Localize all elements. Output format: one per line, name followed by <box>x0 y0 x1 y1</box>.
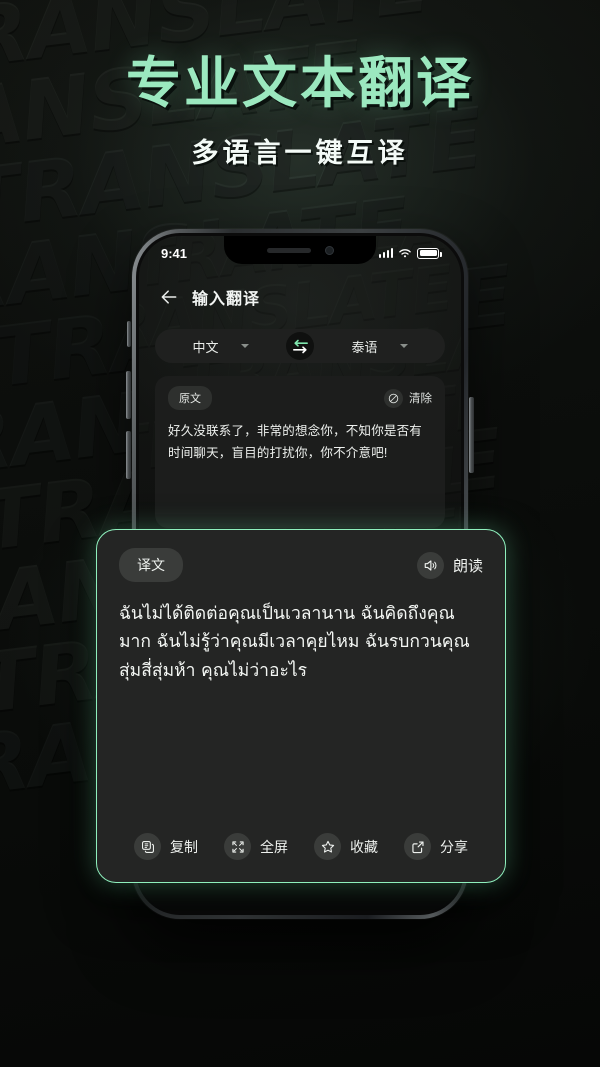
source-text-panel: 原文 清除 好久没联系了，非常的想念你，不知你是否有时间聊天，盲目的打扰你，你不… <box>155 376 445 528</box>
speaker-glyph-icon <box>424 559 437 571</box>
translation-card-header: 译文 朗读 <box>97 530 505 582</box>
back-arrow-icon[interactable] <box>159 287 179 307</box>
share-button[interactable]: 分享 <box>404 833 468 860</box>
battery-icon <box>417 247 442 259</box>
share-glyph-icon <box>411 840 424 853</box>
share-icon <box>404 833 431 860</box>
speaker-icon <box>416 551 444 579</box>
app-header: 输入翻译 <box>139 280 461 314</box>
translation-result-card: 译文 朗读 ฉันไม่ได้ติดต่อคุณเป็นเวลานาน ฉันค… <box>96 529 506 883</box>
status-time: 9:41 <box>161 245 188 261</box>
translation-action-bar: 复制 全屏 收藏 分享 <box>97 819 505 882</box>
copy-glyph-icon <box>141 840 154 853</box>
fullscreen-icon <box>224 833 251 860</box>
read-aloud-button[interactable]: 朗读 <box>416 551 483 579</box>
eraser-icon <box>384 388 403 408</box>
copy-icon <box>134 833 161 860</box>
silence-switch-button[interactable] <box>127 321 131 347</box>
share-label: 分享 <box>440 838 468 855</box>
fullscreen-glyph-icon <box>231 840 244 853</box>
fullscreen-label: 全屏 <box>260 838 288 855</box>
swap-arrows-icon <box>292 339 308 353</box>
page-header-title: 输入翻译 <box>192 291 261 308</box>
wifi-icon <box>399 248 411 257</box>
clear-button[interactable]: 清除 <box>384 388 432 408</box>
source-text-content[interactable]: 好久没联系了，非常的想念你，不知你是否有时间聊天，盲目的打扰你，你不介意吧! <box>168 421 432 465</box>
page-title: 专业文本翻译 <box>125 51 474 115</box>
fullscreen-button[interactable]: 全屏 <box>224 833 288 860</box>
chevron-down-icon <box>399 344 408 348</box>
source-language-label: 中文 <box>192 339 219 355</box>
clear-label: 清除 <box>409 393 432 405</box>
volume-up-button[interactable] <box>126 371 131 419</box>
volume-down-button[interactable] <box>126 431 131 479</box>
front-camera-icon <box>324 245 334 255</box>
earpiece-speaker <box>266 247 311 253</box>
target-language-selector[interactable]: 泰语 <box>314 337 445 356</box>
page-subtitle: 多语言一键互译 <box>191 138 409 170</box>
language-selector-bar: 中文 泰语 <box>155 329 445 363</box>
poster-stage: TRANSLATE TRANSLATE TRANSLATE TRANSLATE … <box>0 0 600 1067</box>
target-language-label: 泰语 <box>351 339 378 355</box>
source-language-selector[interactable]: 中文 <box>155 337 286 356</box>
status-indicators <box>378 247 442 259</box>
source-panel-header: 原文 清除 <box>168 386 432 410</box>
source-chip-label: 原文 <box>168 386 212 410</box>
copy-button[interactable]: 复制 <box>134 833 198 860</box>
signal-bars-icon <box>378 248 393 258</box>
swap-languages-button[interactable] <box>286 332 314 360</box>
favorite-label: 收藏 <box>350 838 378 855</box>
translation-text-content[interactable]: ฉันไม่ได้ติดต่อคุณเป็นเวลานาน ฉันคิดถึงค… <box>97 582 505 819</box>
read-aloud-label: 朗读 <box>452 557 483 575</box>
translation-chip-label: 译文 <box>119 548 183 582</box>
copy-label: 复制 <box>170 838 198 855</box>
power-button[interactable] <box>469 397 474 473</box>
chevron-down-icon <box>240 344 249 348</box>
star-icon <box>314 833 341 860</box>
eraser-glyph-icon <box>388 393 399 403</box>
headline-block: 专业文本翻译 多语言一键互译 <box>0 51 600 170</box>
phone-notch <box>224 236 376 264</box>
favorite-button[interactable]: 收藏 <box>314 833 378 860</box>
star-glyph-icon <box>321 840 334 853</box>
